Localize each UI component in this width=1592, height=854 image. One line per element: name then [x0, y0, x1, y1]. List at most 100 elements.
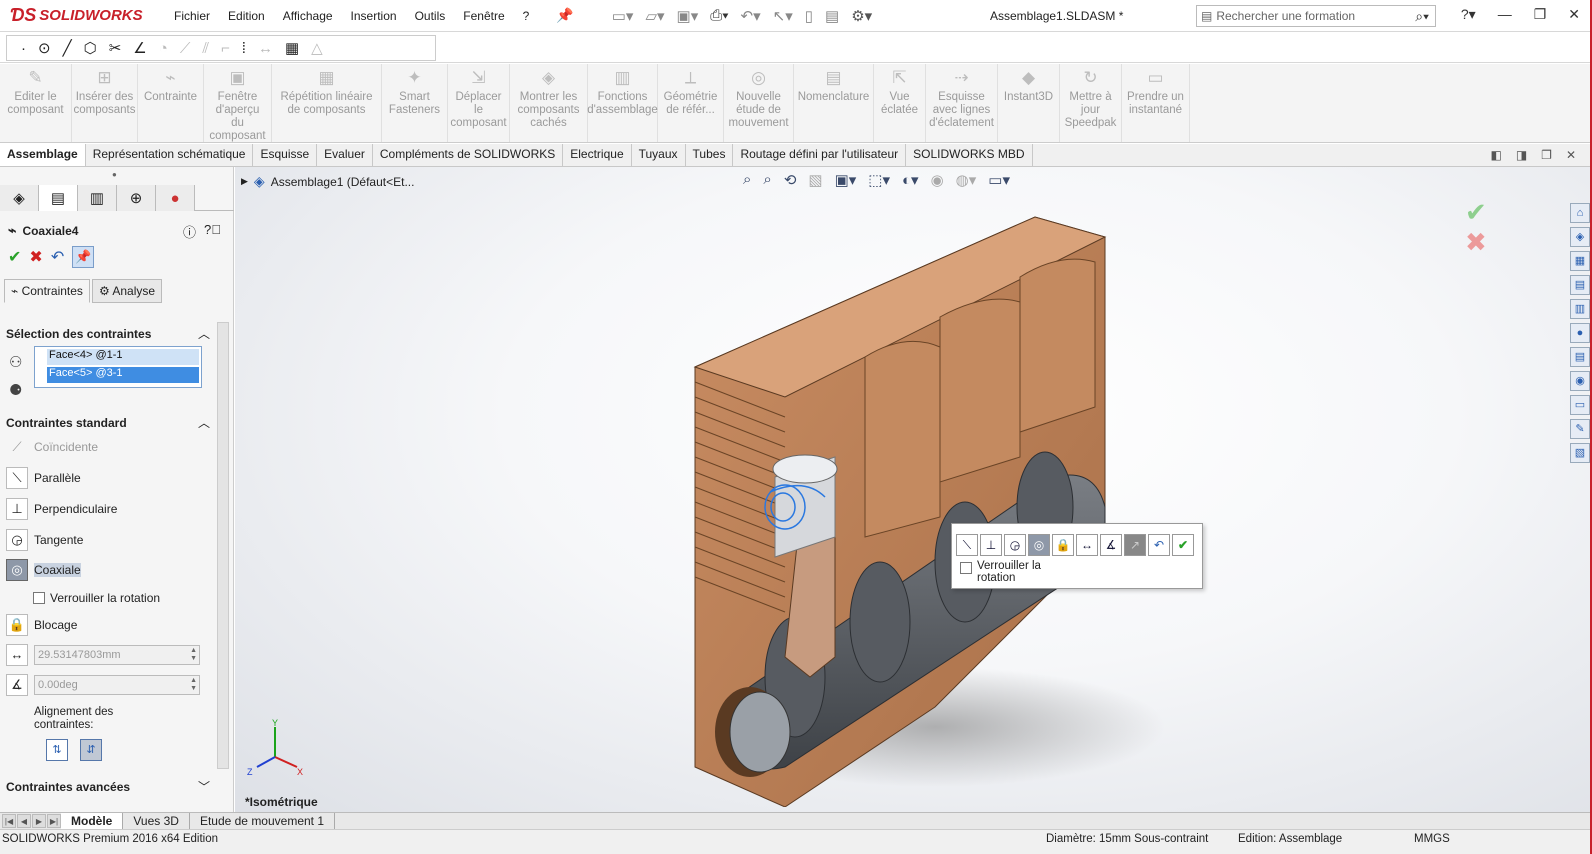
open-document-icon[interactable]: ▱▾: [645, 7, 664, 25]
configuration-manager-icon[interactable]: ▥: [78, 185, 117, 211]
menu-fichier[interactable]: Fichier: [165, 9, 219, 23]
zoom-fit-icon[interactable]: ⌕: [743, 171, 751, 189]
mate-coincident[interactable]: ⟋ Coïncidente: [6, 435, 98, 459]
command-tab[interactable]: SOLIDWORKS MBD: [906, 144, 1033, 166]
print-icon[interactable]: ⎙▾: [710, 7, 728, 24]
options-gear-icon[interactable]: ⚙▾: [851, 7, 872, 25]
command-button[interactable]: ✦ Smart Fasteners: [382, 64, 448, 142]
command-button[interactable]: ◎ Nouvelle étude de mouvement: [724, 64, 794, 142]
menu-affichage[interactable]: Affichage: [274, 9, 342, 23]
command-button[interactable]: ✎ Editer le composant: [0, 64, 72, 142]
command-tab[interactable]: Compléments de SOLIDWORKS: [373, 144, 564, 166]
view-palette-icon[interactable]: ▥: [1570, 299, 1590, 319]
appearances-icon[interactable]: ●: [1570, 323, 1590, 343]
dimension-icon[interactable]: ⁞: [242, 40, 246, 57]
new-document-icon[interactable]: ▭▾: [612, 7, 634, 25]
status-units[interactable]: MMGS: [1414, 833, 1450, 845]
fillet-icon[interactable]: ⟋: [180, 40, 191, 57]
next-tab-icon[interactable]: ▶: [32, 814, 46, 828]
engine-model[interactable]: [675, 207, 1195, 807]
save-icon[interactable]: ▣▾: [677, 7, 699, 25]
tab-motion-study[interactable]: Etude de mouvement 1: [190, 812, 336, 830]
command-button[interactable]: ⌁ Contrainte: [138, 64, 204, 142]
collapse-selection-icon[interactable]: ︿: [198, 325, 210, 342]
undo-icon[interactable]: ↶▾: [741, 7, 761, 25]
command-button[interactable]: ⟂ Géométrie de référ...: [658, 64, 724, 142]
anti-aligned-button[interactable]: ⇵: [80, 739, 102, 761]
checkbox[interactable]: [960, 562, 972, 574]
command-tab[interactable]: Assemblage: [0, 144, 86, 166]
section-standard-header[interactable]: Contraintes standard: [6, 416, 127, 430]
first-tab-icon[interactable]: |◀: [2, 814, 16, 828]
panel-scrollbar[interactable]: [217, 322, 229, 769]
property-manager-icon[interactable]: ▤: [39, 185, 78, 211]
ctx-concentric-icon[interactable]: ◎: [1028, 534, 1050, 556]
tree-root[interactable]: Assemblage1 (Défaut<Et...: [271, 175, 415, 189]
lock-rotation-checkbox[interactable]: Verrouiller la rotation: [33, 591, 160, 605]
command-button[interactable]: ▥ Fonctions d'assemblage: [587, 64, 658, 142]
next-view-icon[interactable]: ◨: [1516, 148, 1527, 162]
command-button[interactable]: ⇱ Vue éclatée: [874, 64, 926, 142]
command-button[interactable]: ◈ Montrer les composants cachés: [510, 64, 588, 142]
appearance-icon[interactable]: ◍▾: [956, 171, 977, 189]
tangent-arc-icon[interactable]: ◔: [159, 40, 168, 57]
angle-input[interactable]: 0.00deg ▲ ▼: [34, 675, 200, 695]
mate-parallel[interactable]: ⟍ Parallèle: [6, 466, 81, 490]
toolbox-icon[interactable]: ✎: [1570, 419, 1590, 439]
menu-edition[interactable]: Edition: [219, 9, 274, 23]
command-button[interactable]: ▣ Fenêtre d'aperçu du composant: [204, 64, 272, 142]
display-settings-icon[interactable]: ▭▾: [988, 171, 1010, 189]
menu-fenetre[interactable]: Fenêtre: [454, 9, 513, 23]
command-tab[interactable]: Routage défini par l'utilisateur: [733, 144, 907, 166]
custom-props-icon[interactable]: ▤: [1570, 347, 1590, 367]
close-icon[interactable]: ✕: [1568, 6, 1580, 23]
tab-modele[interactable]: Modèle: [61, 812, 124, 830]
tab-contraintes[interactable]: ⌁ Contraintes: [4, 279, 90, 303]
dimxpert-icon[interactable]: ⊕: [117, 185, 156, 211]
command-tab[interactable]: Tubes: [686, 144, 734, 166]
ok-check-icon[interactable]: ✔: [8, 247, 21, 267]
angle-line-icon[interactable]: ∠: [133, 39, 146, 57]
previous-view-icon[interactable]: ⟲: [784, 171, 797, 189]
command-tab[interactable]: Electrique: [563, 144, 632, 166]
undo-mate-icon[interactable]: ↶: [51, 247, 64, 267]
ctx-undo-icon[interactable]: ↶: [1148, 534, 1170, 556]
mate-tangent[interactable]: ◶ Tangente: [6, 528, 83, 552]
line-icon[interactable]: ╱: [63, 39, 72, 57]
hide-show-icon[interactable]: ◉: [931, 171, 944, 189]
confirm-ok-icon[interactable]: ✔: [1465, 197, 1487, 227]
mate-distance[interactable]: ↔: [6, 643, 34, 667]
section-advanced-header[interactable]: Contraintes avancées: [6, 780, 130, 794]
command-tab[interactable]: Représentation schématique: [86, 144, 254, 166]
file-properties-icon[interactable]: ▤: [825, 7, 839, 25]
menu-insertion[interactable]: Insertion: [342, 9, 406, 23]
search-icon[interactable]: ⌕▾: [1415, 8, 1429, 25]
command-button[interactable]: ⇢ Esquisse avec lignes d'éclatement: [926, 64, 998, 142]
panel-grip[interactable]: ●: [112, 170, 117, 179]
offset-icon[interactable]: ⫽: [202, 40, 209, 57]
trim-icon[interactable]: ✂: [109, 39, 122, 57]
ctx-lock-icon[interactable]: 🔒: [1052, 534, 1074, 556]
expand-tree-icon[interactable]: ▶: [241, 176, 248, 187]
display-style-icon[interactable]: ◐▾: [902, 171, 919, 189]
confirm-cancel-icon[interactable]: ✖: [1465, 227, 1487, 257]
zoom-area-icon[interactable]: ⌕: [763, 171, 771, 189]
minimize-icon[interactable]: —: [1498, 6, 1512, 23]
checkbox[interactable]: [33, 592, 45, 604]
ctx-ok-icon[interactable]: ✔: [1172, 534, 1194, 556]
ctx-perpendicular-icon[interactable]: ⊥: [980, 534, 1002, 556]
menu-outils[interactable]: Outils: [406, 9, 455, 23]
distance-input[interactable]: 29.53147803mm ▲ ▼: [34, 645, 200, 665]
tile-view-icon[interactable]: ❐: [1541, 148, 1552, 162]
tab-vues-3d[interactable]: Vues 3D: [123, 812, 190, 830]
rebuild-icon[interactable]: ▯: [805, 7, 813, 25]
restore-icon[interactable]: ❐: [1534, 6, 1547, 23]
design-library-icon[interactable]: ▦: [1570, 251, 1590, 271]
list-item[interactable]: Face<5> @3-1: [47, 367, 199, 383]
mate-angle[interactable]: ∡: [6, 673, 34, 697]
circle-icon[interactable]: ⊙: [38, 39, 51, 57]
command-tab[interactable]: Evaluer: [317, 144, 373, 166]
command-button[interactable]: ⊞ Insérer des composants: [72, 64, 138, 142]
ctx-lock-rotation[interactable]: Verrouiller la rotation: [960, 560, 1057, 584]
pin-panel-icon[interactable]: 📌: [72, 246, 95, 268]
